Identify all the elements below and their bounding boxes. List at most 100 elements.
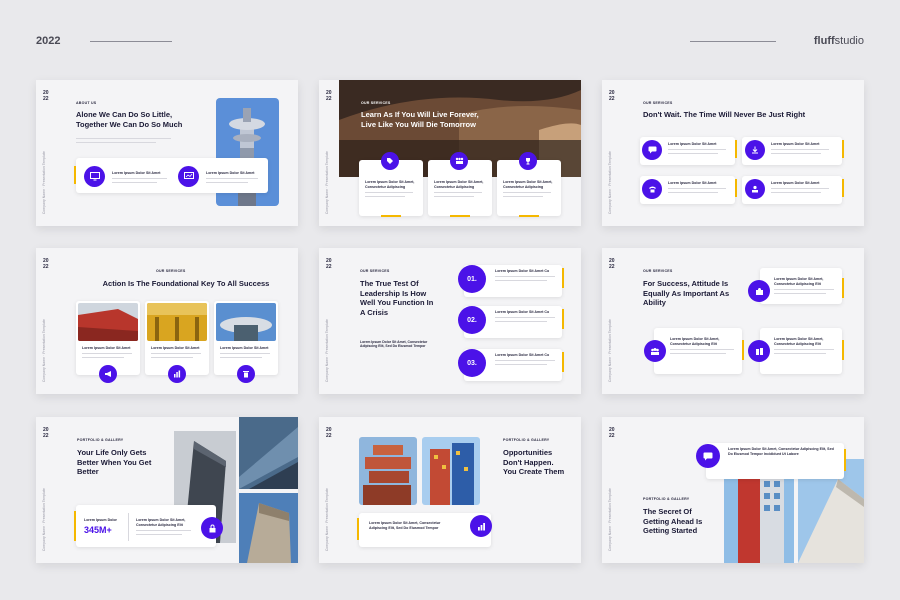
slide-services-3[interactable]: 20 22 Company Name · Presentation Templat… (36, 248, 298, 394)
text-line (220, 353, 270, 355)
text-line (136, 530, 191, 532)
slide-side-text: Company Name · Presentation Template (42, 318, 46, 382)
text-line (668, 188, 726, 190)
highlight-bar (562, 352, 564, 372)
stat-value: 345M+ (84, 525, 112, 535)
service-card-title: Lorem Ipsum Dolor Sit Amet, Consectetur … (774, 277, 824, 286)
text-line (495, 321, 547, 323)
slide-side-text: Company Name · Presentation Template (42, 150, 46, 214)
step-number-badge: 01. (458, 265, 486, 293)
step-title: Lorem Ipsum Dolor Sit Amet Co (495, 310, 550, 314)
text-line (206, 178, 258, 180)
top-header: 2022 fluffstudio (0, 0, 900, 60)
slide-headline: For Success, Attitude Is Equally As Impo… (643, 279, 730, 307)
highlight-bar (842, 278, 844, 298)
stat-divider (128, 513, 129, 541)
slide-headline: Learn As If You Will Live Forever, Live … (361, 110, 479, 129)
text-line (668, 192, 718, 194)
service-card-title: Lorem Ipsum Dolor Sit Amet (668, 181, 717, 185)
service-card-title: Lorem Ipsum Dolor Sit Amet, Consectetur … (365, 180, 415, 189)
gallery-card-title: Lorem Ipsum Dolor Sit Amet (151, 346, 200, 350)
phone-icon (642, 179, 662, 199)
slide-side-text: Company Name · Presentation Template (608, 318, 612, 382)
highlight-bar (381, 215, 401, 217)
slide-about-us[interactable]: 20 22 Company Name · Presentation Templat… (36, 80, 298, 226)
megaphone-icon (99, 365, 117, 383)
text-line (76, 142, 156, 144)
text-line (495, 360, 555, 362)
gallery-card: Lorem Ipsum Dolor Sit Amet (76, 301, 140, 375)
highlight-bar (844, 449, 846, 471)
text-line (495, 280, 547, 282)
service-card (760, 328, 842, 374)
team-icon (450, 152, 468, 170)
slide-side-text: Company Name · Presentation Template (608, 487, 612, 551)
brick-building-photo (359, 437, 417, 505)
text-line (771, 192, 821, 194)
highlight-bar (562, 309, 564, 329)
red-building-photo (78, 303, 138, 341)
text-line (774, 349, 834, 351)
text-line (670, 353, 726, 355)
slide-services-2[interactable]: 20 22 Company Name · Presentation Templat… (602, 80, 864, 226)
text-line (774, 289, 834, 291)
header-divider-right (690, 41, 776, 42)
highlight-bar (735, 140, 737, 158)
text-line (774, 293, 826, 295)
gallery-card-title: Lorem Ipsum Dolor Sit Amet (220, 346, 269, 350)
service-card (654, 328, 742, 374)
feature-text: Lorem Ipsum Dolor Sit Amet, Consectetur … (369, 521, 441, 530)
yellow-structure-photo (147, 303, 207, 341)
slide-kicker: PORTFOLIO & GALLERY (77, 438, 124, 442)
dome-building-photo (216, 303, 276, 341)
highlight-bar (519, 215, 539, 217)
chat-icon (642, 140, 662, 160)
slide-kicker: OUR SERVICES (360, 269, 390, 273)
slide-side-text: Company Name · Presentation Template (325, 318, 329, 382)
stat-text: Lorem Ipsum Dolor Sit Amet, Consectetur … (136, 518, 186, 527)
text-line (771, 153, 821, 155)
highlight-bar (842, 179, 844, 197)
gallery-card-title: Lorem Ipsum Dolor Sit Amet (82, 346, 131, 350)
slide-leadership[interactable]: 20 22 Company Name · Presentation Templat… (319, 248, 581, 394)
text-line (495, 276, 555, 278)
slide-headline: Don't Wait. The Time Will Never Be Just … (643, 110, 806, 119)
highlight-bar (742, 340, 744, 360)
header-divider-left (90, 41, 172, 42)
service-card-title: Lorem Ipsum Dolor Sit Amet, Consectetur … (774, 337, 824, 346)
glass-facade-photo (239, 417, 298, 489)
slide-year: 20 22 (609, 90, 615, 102)
feature-text: Lorem Ipsum Dolor Sit Amet, Consectetur … (728, 447, 834, 456)
text-line (495, 364, 547, 366)
gallery-card: Lorem Ipsum Dolor Sit Amet (214, 301, 278, 375)
slide-portfolio-2[interactable]: 20 22 Company Name · Presentation Templat… (319, 417, 581, 563)
slide-kicker: OUR SERVICES (156, 269, 186, 273)
slide-side-text: Company Name · Presentation Template (325, 150, 329, 214)
text-line (206, 182, 248, 184)
slide-portfolio-3[interactable]: 20 22 Company Name · Presentation Templat… (602, 417, 864, 563)
text-line (112, 178, 167, 180)
highlight-bar (357, 518, 359, 540)
slide-services-1[interactable]: 20 22 Company Name · Presentation Templat… (319, 80, 581, 226)
stat-label: Lorem Ipsum Dolor (84, 518, 117, 522)
slide-attitude[interactable]: 20 22 Company Name · Presentation Templat… (602, 248, 864, 394)
user-badge-icon (745, 179, 765, 199)
service-card-title: Lorem Ipsum Dolor Sit Amet, Consectetur … (434, 180, 484, 189)
text-line (434, 196, 474, 198)
text-line (76, 138, 171, 140)
tag-icon (381, 152, 399, 170)
highlight-bar (842, 140, 844, 158)
slide-year: 20 22 (326, 427, 332, 439)
slide-body-text: Lorem Ipsum Dolor Sit Amet, Consectetur … (360, 340, 428, 349)
service-card-title: Lorem Ipsum Dolor Sit Amet (771, 142, 820, 146)
slide-headline: The Secret Of Getting Ahead Is Getting S… (643, 507, 703, 535)
slide-side-text: Company Name · Presentation Template (608, 150, 612, 214)
step-number-badge: 03. (458, 349, 486, 377)
service-card-title: Lorem Ipsum Dolor Sit Amet, Consectetur … (670, 337, 720, 346)
text-line (151, 353, 201, 355)
text-line (136, 534, 182, 536)
service-card-title: Lorem Ipsum Dolor Sit Amet (771, 181, 820, 185)
service-card-title: Lorem Ipsum Dolor Sit Amet, Consectetur … (503, 180, 553, 189)
slide-portfolio-1[interactable]: 20 22 Company Name · Presentation Templat… (36, 417, 298, 563)
text-line (112, 182, 157, 184)
